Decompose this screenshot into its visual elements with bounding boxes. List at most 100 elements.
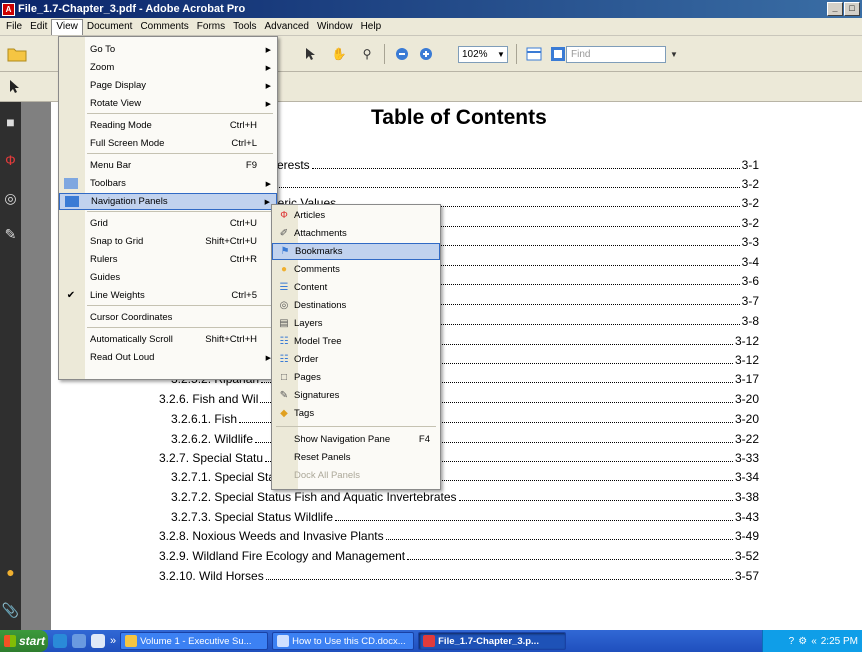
minimize-button[interactable]: _ [827, 2, 843, 16]
view-menu-item-grid[interactable]: Grid Ctrl+U [59, 215, 277, 232]
nav-panel-item-content[interactable]: ☰ Content [272, 279, 440, 296]
nav-panel-item-comments[interactable]: ● Comments [272, 261, 440, 278]
view-menu-item-rulers[interactable]: Rulers Ctrl+R [59, 251, 277, 268]
view-menu-item-cursor-coordinates[interactable]: Cursor Coordinates [59, 309, 277, 326]
nav-panel-item-signatures[interactable]: ✎ Signatures [272, 387, 440, 404]
speech-bubble-icon: ● [280, 263, 288, 275]
menu-view[interactable]: View [51, 18, 83, 35]
menu-item-label: Rulers [90, 254, 118, 265]
view-menu-item-snap-to-grid[interactable]: Snap to Grid Shift+Ctrl+U [59, 233, 277, 250]
restore-button[interactable]: □ [844, 2, 860, 16]
menu-help[interactable]: Help [357, 19, 386, 35]
toc-entry[interactable]: 3.2.7.1. Special Status Plants 3-34 [171, 466, 759, 484]
nav-panel-item-destinations[interactable]: ◎ Destinations [272, 297, 440, 314]
toc-entry-page: 3-34 [734, 470, 759, 484]
toc-entry[interactable]: 3-2 [267, 173, 759, 191]
toc-entry-title: 3.2.6.1. Fish [171, 412, 240, 426]
menu-comments[interactable]: Comments [136, 19, 192, 35]
nav-panel-item-show-navigation-pane[interactable]: Show Navigation Pane F4 [272, 431, 440, 448]
show-desktop-icon[interactable] [91, 634, 105, 648]
toc-entry[interactable]: 3.2.8. Noxious Weeds and Invasive Plants… [159, 525, 759, 543]
menu-advanced[interactable]: Advanced [261, 19, 313, 35]
menu-forms[interactable]: Forms [193, 19, 229, 35]
pages-panel-icon[interactable]: ■ [0, 112, 21, 132]
quick-launch-icon[interactable] [72, 634, 86, 648]
menu-item-shortcut: Ctrl+H [229, 120, 257, 131]
taskbar-item-word-doc[interactable]: How to Use this CD.docx... [272, 632, 415, 650]
toc-entry[interactable]: nterests 3-1 [267, 154, 759, 172]
nav-panel-item-order[interactable]: ☷ Order [272, 351, 440, 368]
start-button[interactable]: start [0, 630, 48, 652]
cursor-arrow-icon[interactable] [6, 78, 24, 96]
marquee-zoom-icon[interactable]: ⚲ [356, 44, 378, 64]
find-input[interactable]: Find [566, 46, 666, 63]
hand-tool-icon[interactable]: ✋ [328, 44, 350, 64]
view-menu-item-reading-mode[interactable]: Reading Mode Ctrl+H [59, 117, 277, 134]
toc-entry-page: 3-17 [734, 372, 759, 386]
view-menu-item-line-weights[interactable]: ✔ Line Weights Ctrl+5 [59, 287, 277, 304]
view-menu-item-page-display[interactable]: Page Display ▶ [59, 77, 277, 94]
nav-panel-item-tags[interactable]: ◆ Tags [272, 405, 440, 422]
menu-window[interactable]: Window [313, 19, 357, 35]
view-menu-item-guides[interactable]: Guides [59, 269, 277, 286]
open-folder-icon[interactable] [6, 44, 28, 64]
nav-panel-item-reset-panels[interactable]: Reset Panels [272, 449, 440, 466]
menu-item-shortcut: Ctrl+R [229, 254, 257, 265]
view-menu-item-navigation-panels[interactable]: Navigation Panels ▶ [59, 193, 277, 210]
help-icon[interactable]: ? [789, 636, 795, 647]
view-menu-item-automatically-scroll[interactable]: Automatically Scroll Shift+Ctrl+H [59, 331, 277, 348]
view-menu-item-rotate-view[interactable]: Rotate View ▶ [59, 95, 277, 112]
toc-entry[interactable]: 3.2.7.2. Special Status Fish and Aquatic… [171, 486, 759, 504]
view-menu-item-full-screen-mode[interactable]: Full Screen Mode Ctrl+L [59, 135, 277, 152]
menu-item-label: Dock All Panels [294, 470, 361, 481]
menu-edit[interactable]: Edit [26, 19, 51, 35]
toc-entry[interactable]: 3.2.6. Fish and Wil 3-20 [159, 388, 759, 406]
toc-entry[interactable]: 3.2.9. Wildland Fire Ecology and Managem… [159, 545, 759, 563]
view-menu-item-zoom[interactable]: Zoom ▶ [59, 59, 277, 76]
menu-document[interactable]: Document [83, 19, 137, 35]
zoom-out-icon[interactable] [394, 46, 410, 62]
taskbar-item-acrobat[interactable]: File_1.7-Chapter_3.p... [418, 632, 567, 650]
toc-entry-title: 3.2.7.3. Special Status Wildlife [171, 510, 336, 524]
menu-tools[interactable]: Tools [229, 19, 260, 35]
network-icon[interactable]: ⚙ [798, 636, 807, 647]
view-menu-item-go-to[interactable]: Go To ▶ [59, 41, 277, 58]
zoom-level-select[interactable]: 102% ▼ [458, 46, 508, 63]
nav-panel-item-attachments[interactable]: ✐ Attachments [272, 225, 440, 242]
comments-panel-icon[interactable]: ● [0, 562, 21, 582]
toc-entry-title: 3.2.9. Wildland Fire Ecology and Managem… [159, 549, 408, 563]
tray-expand-icon[interactable]: « [811, 636, 817, 647]
toc-entry-page: 3-20 [734, 412, 759, 426]
articles-panel-icon[interactable]: Ф [0, 150, 21, 170]
fit-width-icon[interactable] [524, 44, 544, 64]
nav-panel-item-articles[interactable]: Ф Articles [272, 207, 440, 224]
toc-entry[interactable]: 3.2.10. Wild Horses 3-57 [159, 565, 759, 583]
toc-entry-page: 3-38 [734, 490, 759, 504]
toc-entry-page: 3-2 [741, 196, 759, 210]
toc-entry[interactable]: 3.2.6.1. Fish 3-20 [171, 408, 759, 426]
quick-launch-overflow-icon[interactable]: » [110, 635, 116, 647]
submenu-arrow-icon: ▶ [265, 46, 271, 54]
toc-entry[interactable]: 3.2.7. Special Statu 3-33 [159, 447, 759, 465]
attachments-paperclip-icon[interactable]: 📎 [0, 600, 21, 620]
fit-page-icon[interactable] [548, 44, 568, 64]
nav-panel-item-bookmarks[interactable]: ⚑ Bookmarks [272, 243, 440, 260]
destinations-panel-icon[interactable]: ◎ [0, 188, 21, 208]
internet-explorer-icon[interactable] [53, 634, 67, 648]
view-menu-item-menu-bar[interactable]: Menu Bar F9 [59, 157, 277, 174]
find-options-chevron-icon[interactable]: ▼ [668, 46, 680, 62]
nav-panel-item-pages[interactable]: □ Pages [272, 369, 440, 386]
toc-entry[interactable]: 3.2.6.2. Wildlife 3-22 [171, 428, 759, 446]
nav-panel-item-model-tree[interactable]: ☷ Model Tree [272, 333, 440, 350]
zoom-in-icon[interactable] [418, 46, 434, 62]
nav-panel-item-layers[interactable]: ▤ Layers [272, 315, 440, 332]
menu-file[interactable]: File [2, 19, 26, 35]
taskbar-item-volume1[interactable]: Volume 1 - Executive Su... [120, 632, 269, 650]
signatures-panel-icon[interactable]: ✎ [0, 224, 21, 244]
view-menu-item-read-out-loud[interactable]: Read Out Loud ▶ [59, 349, 277, 366]
select-tool-icon[interactable] [300, 44, 322, 64]
toc-entry-title: 3.2.7.2. Special Status Fish and Aquatic… [171, 490, 459, 504]
toc-entry-title: 3.2.7. Special Statu [159, 451, 266, 465]
view-menu-item-toolbars[interactable]: Toolbars ▶ [59, 175, 277, 192]
toc-entry[interactable]: 3.2.7.3. Special Status Wildlife 3-43 [171, 506, 759, 524]
